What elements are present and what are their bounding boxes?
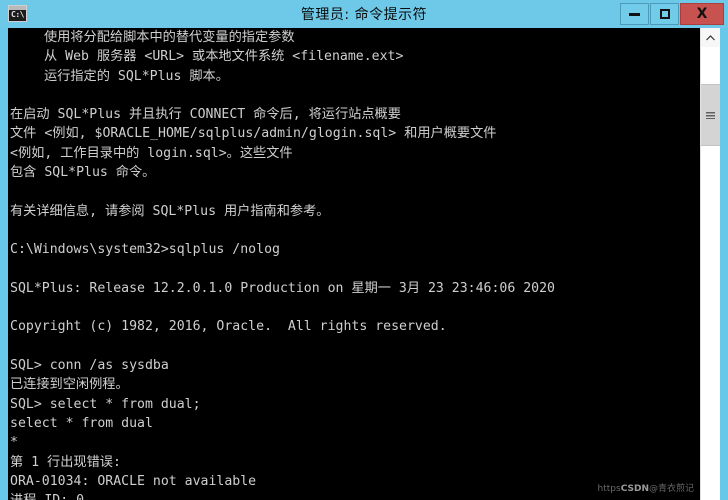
console-line: 在启动 SQL*Plus 并且执行 CONNECT 命令后, 将运行站点概要 — [10, 107, 401, 123]
command-prompt-window: C:\ 管理员: 命令提示符 X 使用将分配给脚本中的替代变量的指定参数从 We… — [0, 0, 728, 500]
console-line: C:\Windows\system32>sqlplus /nolog — [10, 242, 280, 258]
console-output-area[interactable]: 使用将分配给脚本中的替代变量的指定参数从 Web 服务器 <URL> 或本地文件… — [8, 28, 720, 500]
console-line: 已连接到空闲例程。 — [10, 377, 129, 393]
window-titlebar[interactable]: C:\ 管理员: 命令提示符 X — [0, 0, 728, 28]
console-line: ORA-01034: ORACLE not available — [10, 473, 257, 489]
scroll-thumb-grip-icon — [706, 111, 715, 119]
close-button[interactable]: X — [680, 3, 724, 25]
console-line: SQL> conn /as sysdba — [10, 358, 169, 374]
console-line: SQL> select * from dual; — [10, 396, 201, 412]
watermark-prefix: https — [597, 484, 621, 494]
console-line: 有关详细信息, 请参阅 SQL*Plus 用户指南和参考。 — [10, 203, 330, 219]
console-line: <例如, 工作目录中的 login.sql>。这些文件 — [10, 145, 293, 161]
console-line: 从 Web 服务器 <URL> 或本地文件系统 <filename.ext> — [44, 49, 404, 65]
maximize-icon — [659, 9, 670, 19]
console-line: Copyright (c) 1982, 2016, Oracle. All ri… — [10, 319, 447, 335]
cmd-icon: C:\ — [8, 5, 27, 22]
console-line: 包含 SQL*Plus 命令。 — [10, 165, 156, 181]
maximize-button[interactable] — [650, 3, 679, 25]
console-line: 使用将分配给脚本中的替代变量的指定参数 — [44, 30, 295, 45]
watermark: httpsCSDN@青衣煎记 — [598, 481, 694, 494]
cmd-icon-prompt-glyph: C:\ — [11, 10, 24, 19]
console-line: 运行指定的 SQL*Plus 脚本。 — [44, 68, 229, 84]
scroll-thumb[interactable] — [701, 84, 720, 146]
console-line: SQL*Plus: Release 12.2.0.1.0 Production … — [10, 280, 556, 296]
watermark-brand: CSDN — [620, 484, 649, 494]
console-scrollbar[interactable] — [700, 28, 720, 500]
console-line: * — [10, 435, 18, 451]
minimize-icon — [629, 12, 640, 16]
window-controls: X — [619, 3, 724, 25]
console-line: 第 1 行出现错误: — [10, 454, 121, 470]
minimize-button[interactable] — [620, 3, 649, 25]
scroll-up-arrow-icon[interactable] — [701, 28, 720, 47]
console-text-buffer: 使用将分配给脚本中的替代变量的指定参数从 Web 服务器 <URL> 或本地文件… — [8, 28, 692, 500]
watermark-suffix: @青衣煎记 — [648, 484, 694, 494]
console-line: 文件 <例如, $ORACLE_HOME/sqlplus/admin/glogi… — [10, 126, 497, 142]
console-line: 进程 ID: 0 — [10, 491, 692, 500]
console-line: select * from dual — [10, 415, 153, 431]
